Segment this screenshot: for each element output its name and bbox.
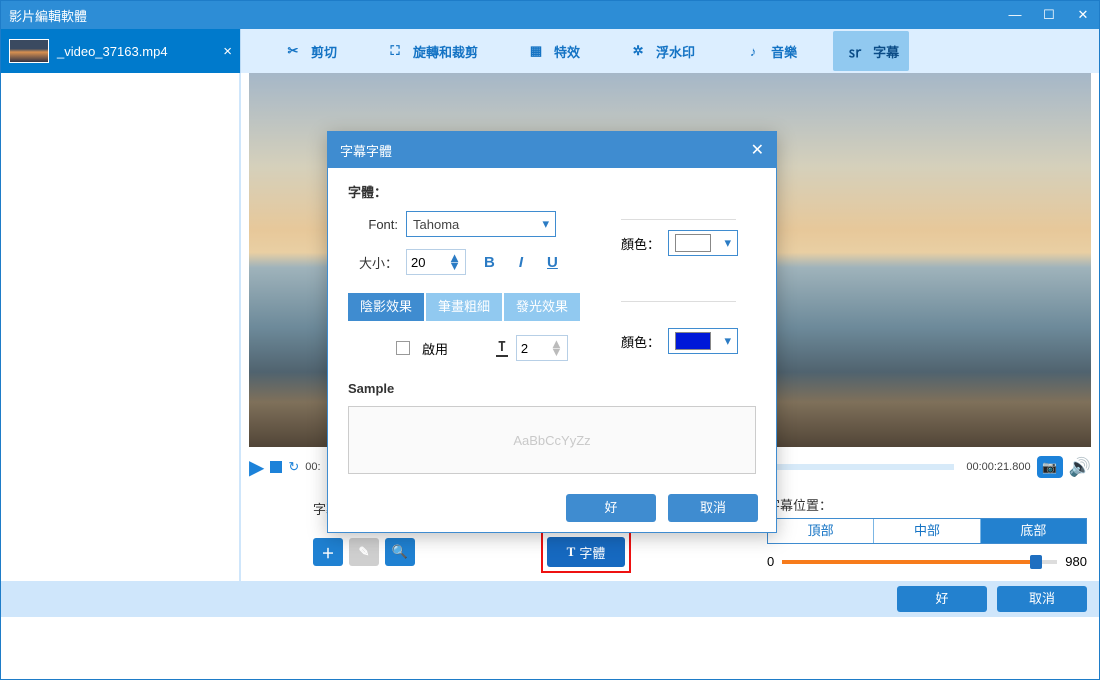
crop-icon: ⛶ xyxy=(383,39,407,63)
tab-effects[interactable]: ▦ 特效 xyxy=(514,31,590,71)
search-button[interactable]: 🔍 xyxy=(385,538,415,566)
sample-preview: AaBbCcYyZz xyxy=(348,406,756,474)
font-button-highlight: T 字體 xyxy=(541,531,631,573)
tab-subtitle[interactable]: ㏛ 字幕 xyxy=(833,31,909,71)
subtitle-icon: ㏛ xyxy=(843,39,867,63)
effects-icon: ▦ xyxy=(524,39,548,63)
dialog-close-icon[interactable]: ✕ xyxy=(751,140,764,160)
pos-bottom[interactable]: 底部 xyxy=(981,519,1086,543)
dialog-titlebar: 字幕字體 ✕ xyxy=(328,132,776,168)
tab-glow[interactable]: 發光效果 xyxy=(504,293,580,321)
slider-thumb[interactable] xyxy=(1030,555,1042,569)
maximize-button[interactable]: ☐ xyxy=(1041,7,1057,23)
slider-min: 0 xyxy=(767,554,774,569)
titlebar: 影片編輯軟體 — ☐ ✕ xyxy=(1,1,1099,29)
tab-watermark[interactable]: ✲ 浮水印 xyxy=(616,31,705,71)
time-end: 00:00:21.800 xyxy=(966,461,1030,473)
text-icon: T xyxy=(567,544,576,560)
file-tab[interactable]: _video_37163.mp4 × xyxy=(1,29,241,73)
size-label: 大小： xyxy=(348,253,398,272)
stop-button[interactable] xyxy=(270,461,282,473)
italic-button[interactable]: I xyxy=(519,254,523,271)
ok-button[interactable]: 好 xyxy=(897,586,987,612)
tab-rotate-crop[interactable]: ⛶ 旋轉和裁剪 xyxy=(373,31,488,71)
size-spinner[interactable]: 20 ▲▼ xyxy=(406,249,466,275)
effect-tabs: 陰影效果 筆畫粗細 發光效果 xyxy=(348,293,607,321)
font-section-label: 字體： xyxy=(348,182,756,201)
time-start: 00: xyxy=(305,461,320,473)
volume-icon[interactable]: 🔊 xyxy=(1069,457,1091,478)
dialog-title: 字幕字體 xyxy=(340,141,392,160)
file-close-icon[interactable]: × xyxy=(223,43,232,60)
outline-spinner[interactable]: 2 ▲▼ xyxy=(516,335,568,361)
chevron-down-icon: ▾ xyxy=(542,216,549,232)
outline-icon: T xyxy=(496,340,508,357)
chevron-down-icon: ▾ xyxy=(724,235,731,251)
tab-cut[interactable]: ✂ 剪切 xyxy=(271,31,347,71)
sample-label: Sample xyxy=(348,381,756,396)
font-color-select[interactable]: ▾ xyxy=(668,230,738,256)
font-label: Font: xyxy=(348,217,398,232)
minimize-button[interactable]: — xyxy=(1007,7,1023,23)
position-slider[interactable] xyxy=(782,560,1057,564)
position-label: 字幕位置： xyxy=(767,495,1087,514)
tab-stroke[interactable]: 筆畫粗細 xyxy=(426,293,502,321)
slider-max: 980 xyxy=(1065,554,1087,569)
pos-top[interactable]: 頂部 xyxy=(768,519,874,543)
color-swatch-blue xyxy=(675,332,711,350)
app-title: 影片編輯軟體 xyxy=(9,6,87,25)
effect-color-select[interactable]: ▾ xyxy=(668,328,738,354)
bold-button[interactable]: B xyxy=(484,254,495,271)
close-button[interactable]: ✕ xyxy=(1075,7,1091,23)
add-subtitle-button[interactable]: ＋ xyxy=(313,538,343,566)
font-select[interactable]: Tahoma ▾ xyxy=(406,211,556,237)
top-strip: _video_37163.mp4 × ✂ 剪切 ⛶ 旋轉和裁剪 ▦ 特效 ✲ 浮… xyxy=(1,29,1099,73)
font-button[interactable]: T 字體 xyxy=(547,537,625,567)
loop-icon[interactable]: ↻ xyxy=(288,459,299,475)
cancel-button[interactable]: 取消 xyxy=(997,586,1087,612)
enable-checkbox[interactable] xyxy=(396,341,410,355)
tab-music[interactable]: ♪ 音樂 xyxy=(731,31,807,71)
pos-mid[interactable]: 中部 xyxy=(874,519,980,543)
underline-button[interactable]: U xyxy=(547,254,558,271)
scissors-icon: ✂ xyxy=(281,39,305,63)
edit-subtitle-button[interactable]: ✎ xyxy=(349,538,379,566)
dialog-cancel-button[interactable]: 取消 xyxy=(668,494,758,522)
music-icon: ♪ xyxy=(741,39,765,63)
sidebar xyxy=(1,73,241,581)
watermark-icon: ✲ xyxy=(626,39,650,63)
file-thumbnail xyxy=(9,39,49,63)
position-group: 頂部 中部 底部 xyxy=(767,518,1087,544)
effect-color-label: 顏色： xyxy=(621,332,660,351)
enable-label: 啟用 xyxy=(422,339,448,358)
file-name: _video_37163.mp4 xyxy=(57,44,168,59)
font-dialog: 字幕字體 ✕ 字體： Font: Tahoma ▾ 大小： xyxy=(327,131,777,533)
tab-shadow[interactable]: 陰影效果 xyxy=(348,293,424,321)
dialog-ok-button[interactable]: 好 xyxy=(566,494,656,522)
play-button[interactable]: ▶ xyxy=(249,455,264,480)
chevron-down-icon: ▾ xyxy=(724,333,731,349)
footer: 好 取消 xyxy=(1,581,1099,617)
font-color-label: 顏色： xyxy=(621,234,660,253)
color-swatch-white xyxy=(675,234,711,252)
snapshot-button[interactable]: 📷 xyxy=(1037,456,1063,478)
